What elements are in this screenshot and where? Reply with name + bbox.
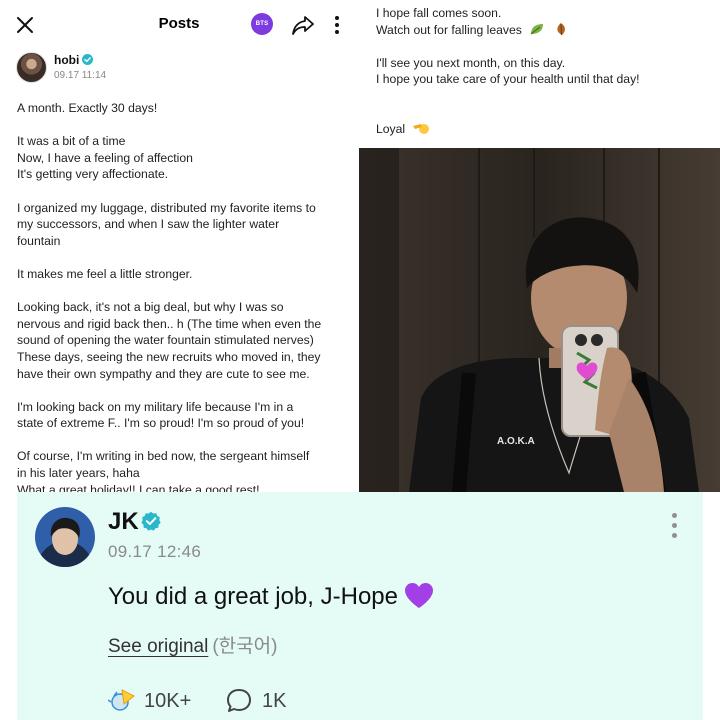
post-line: sound of opening the water fountain stim… <box>17 333 314 348</box>
post-line: I'll see you next month, on this day. <box>376 55 566 70</box>
post-paragraph: It makes me feel a little stronger. <box>17 266 349 283</box>
post-line: What a great holiday!! I can take a good… <box>17 482 260 492</box>
more-vertical-icon[interactable] <box>669 512 679 542</box>
post-line: Of course, I'm writing in bed now, the s… <box>17 449 310 464</box>
comment-timestamp: 09.17 12:46 <box>108 542 202 561</box>
verified-icon <box>82 54 94 65</box>
author-name[interactable]: hobi <box>54 53 79 67</box>
verified-icon <box>141 511 161 531</box>
original-language: (한국어) <box>212 636 278 657</box>
post-line-text: Watch out for falling leaves <box>376 22 522 37</box>
leaf-icon <box>530 23 544 34</box>
comment-card: JK 09.17 12:46 You did a great job, J-Ho… <box>17 492 703 720</box>
post-line: These days, seeing the new recruits who … <box>17 349 321 364</box>
post-paragraph: I organized my luggage, distributed my f… <box>17 200 349 250</box>
post-line: I hope fall comes soon. <box>376 6 502 20</box>
post-line-with-emoji: Watch out for falling leaves <box>376 22 716 39</box>
see-original-link[interactable]: See original <box>108 636 208 657</box>
comment-author[interactable]: JK <box>108 508 139 536</box>
post-panel: Posts BTS hobi 09.17 11:14 A month. Exac… <box>0 0 358 492</box>
like-count: 10K+ <box>144 690 192 712</box>
author-name-row: hobi <box>54 53 94 67</box>
post-line: fountain <box>17 233 61 248</box>
post-line: state of extreme F.. I'm so proud! I'm s… <box>17 416 305 431</box>
avatar[interactable] <box>16 52 47 83</box>
post-paragraph: Looking back, it's not a big deal, but w… <box>17 299 349 382</box>
cheer-icon <box>108 689 135 711</box>
post-continued: I hope fall comes soon. Watch out for fa… <box>376 5 716 138</box>
fallen-leaf-icon <box>557 22 565 35</box>
post-paragraph: A month. Exactly 30 days! <box>17 100 349 117</box>
post-body: A month. Exactly 30 days! It was a bit o… <box>17 100 349 492</box>
more-vertical-icon[interactable] <box>332 14 342 36</box>
post-line: It makes me feel a little stronger. <box>17 266 193 281</box>
translation-row: See original (한국어) <box>108 631 277 658</box>
post-line: It was a bit of a time <box>17 134 126 149</box>
post-line: I'm looking back on my military life bec… <box>17 399 294 414</box>
post-timestamp: 09.17 11:14 <box>54 70 107 81</box>
comment-bubble-icon <box>227 689 251 712</box>
post-paragraph: It was a bit of a time Now, I have a fee… <box>17 133 349 183</box>
salute-icon <box>412 124 429 135</box>
share-icon[interactable] <box>291 14 315 36</box>
bts-badge[interactable]: BTS <box>251 13 273 35</box>
reply-count: 1K <box>262 690 287 712</box>
comment-text-row: You did a great job, J-Hope <box>108 582 434 611</box>
post-line: in his later years, haha <box>17 466 140 481</box>
post-line-with-emoji: Loyal <box>376 121 716 138</box>
shirt-print: A.O.K.A <box>497 436 535 447</box>
selfie-image: A.O.K.A <box>359 148 720 492</box>
top-bar: Posts BTS <box>0 0 358 50</box>
post-line: Looking back, it's not a big deal, but w… <box>17 300 284 315</box>
post-line: I organized my luggage, distributed my f… <box>17 200 316 215</box>
post-line: I hope you take care of your health unti… <box>376 72 640 87</box>
post-line: A month. Exactly 30 days! <box>17 101 158 115</box>
comment-text: You did a great job, J-Hope <box>108 583 398 610</box>
post-line: Now, I have a feeling of affection <box>17 150 193 165</box>
avatar[interactable] <box>35 507 95 567</box>
post-paragraph: I'm looking back on my military life bec… <box>17 399 349 432</box>
post-line-text: Loyal <box>376 122 406 137</box>
post-line: It's getting very affectionate. <box>17 167 169 182</box>
post-line: nervous and rigid back then.. h (The tim… <box>17 316 322 331</box>
post-photo[interactable]: A.O.K.A <box>359 148 720 492</box>
post-line: my successors, and when I saw the lighte… <box>17 217 280 232</box>
purple-heart-icon <box>404 583 433 608</box>
post-paragraph: Of course, I'm writing in bed now, the s… <box>17 448 349 492</box>
post-line: have their own sympathy and they are cut… <box>17 366 310 381</box>
